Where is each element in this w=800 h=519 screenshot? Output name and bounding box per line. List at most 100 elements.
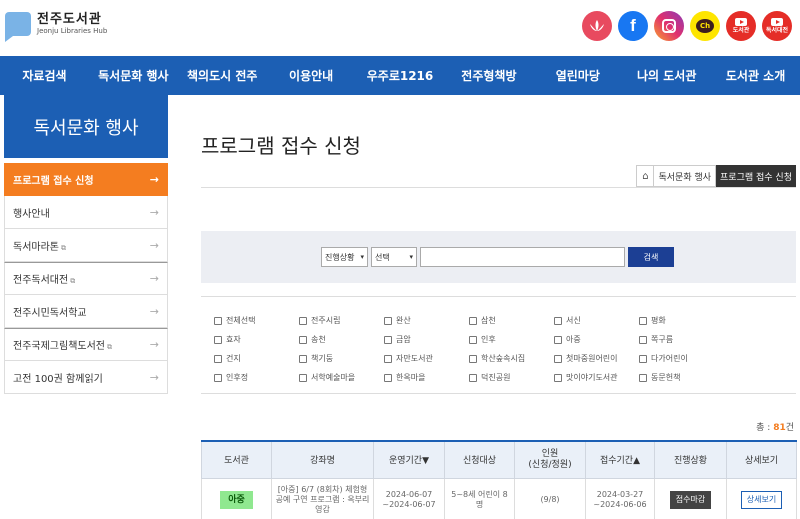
nav-item-open-forum[interactable]: 열린마당: [533, 56, 622, 95]
filter-checkbox[interactable]: 첫마중원어린이: [554, 351, 639, 366]
nav-item-space1216[interactable]: 우주로1216: [356, 56, 445, 95]
nav-item-about[interactable]: 도서관 소개: [711, 56, 800, 95]
sidebar-item-reading-marathon[interactable]: 독서마라톤 ⧉ →: [4, 229, 168, 262]
checkbox-icon[interactable]: [554, 373, 562, 382]
filter-checkbox[interactable]: 맛이야기도서관: [554, 370, 639, 385]
checkbox-icon[interactable]: [299, 316, 307, 325]
filter-checkbox[interactable]: 전주시립: [299, 313, 384, 328]
checkbox-icon[interactable]: [299, 373, 307, 382]
filter-checkbox[interactable]: 전체선택: [214, 313, 299, 328]
arrow-right-icon: →: [149, 370, 159, 384]
status-select[interactable]: 진행상황 ▾: [321, 247, 368, 267]
detail-button[interactable]: 상세보기: [740, 491, 783, 509]
search-button[interactable]: 검색: [628, 247, 674, 267]
program-target: 5~8세 어린이 8명: [444, 477, 515, 519]
checkbox-icon[interactable]: [469, 373, 477, 382]
filter-checkbox[interactable]: 송천: [299, 332, 384, 347]
search-panel: 진행상황 ▾ 선택 ▾ 검색: [201, 231, 796, 283]
filter-label: 자만도서관: [396, 354, 433, 363]
table-row: 아중 [아중] 6/7 (8회차) 체험형 공예 구연 프로그램 : 옥부리 영…: [201, 477, 797, 519]
filter-checkbox[interactable]: 금암: [384, 332, 469, 347]
logo-subtitle: Jeonju Libraries Hub: [37, 27, 108, 35]
filter-checkbox[interactable]: 삼천: [469, 313, 554, 328]
checkbox-icon[interactable]: [639, 354, 647, 363]
library-filter-panel: 전체선택 전주시립 완산 삼천 서신 평화효자 송천 금암 인후 아중 쪽구름건지 책기둥 자만도서관 학…: [201, 296, 796, 394]
sidebar-item-classics-100[interactable]: 고전 100권 함께읽기 →: [4, 361, 168, 394]
kakao-channel-icon[interactable]: Ch: [690, 11, 720, 41]
filter-label: 아중: [566, 335, 581, 344]
checkbox-icon[interactable]: [639, 373, 647, 382]
filter-checkbox[interactable]: 건지: [214, 351, 299, 366]
nav-item-my-library[interactable]: 나의 도서관: [622, 56, 711, 95]
filter-checkbox[interactable]: 한옥마을: [384, 370, 469, 385]
filter-checkbox[interactable]: 동문헌책: [639, 370, 724, 385]
nav-item-search[interactable]: 자료검색: [0, 56, 89, 95]
speech-bubble-logo-icon: [5, 12, 31, 42]
sidebar-item-picture-book-fair[interactable]: 전주국제그림책도서전 ⧉ →: [4, 328, 168, 361]
checkbox-icon[interactable]: [639, 335, 647, 344]
sidebar-item-event-info[interactable]: 행사안내 →: [4, 196, 168, 229]
filter-checkbox[interactable]: 인후정: [214, 370, 299, 385]
checkbox-icon[interactable]: [214, 316, 222, 325]
col-header-period[interactable]: 운영기간▼: [373, 440, 445, 479]
filter-label: 동문헌책: [651, 373, 681, 382]
chevron-down-icon: ▾: [360, 253, 364, 261]
breadcrumb-parent[interactable]: 독서문화 행사: [654, 165, 717, 187]
sidebar-item-citizen-school[interactable]: 전주시민독서학교 →: [4, 295, 168, 328]
checkbox-icon[interactable]: [639, 316, 647, 325]
checkbox-icon[interactable]: [384, 316, 392, 325]
nav-item-events[interactable]: 독서문화 행사: [89, 56, 178, 95]
filter-checkbox[interactable]: 서학예술마을: [299, 370, 384, 385]
library-badge: 아중: [220, 491, 253, 509]
program-title-link[interactable]: [아중] 6/7 (8회차) 체험형 공예 구연 프로그램 : 옥부리 영감: [271, 477, 374, 519]
col-header-apply-period[interactable]: 접수기간▲: [585, 440, 655, 479]
type-select[interactable]: 선택 ▾: [371, 247, 417, 267]
checkbox-icon[interactable]: [469, 316, 477, 325]
checkbox-icon[interactable]: [214, 373, 222, 382]
checkbox-icon[interactable]: [554, 335, 562, 344]
sidebar-item-program-apply[interactable]: 프로그램 접수 신청 →: [4, 163, 168, 196]
filter-checkbox[interactable]: 덕진공원: [469, 370, 554, 385]
site-logo[interactable]: 전주도서관 Jeonju Libraries Hub: [5, 12, 108, 42]
filter-label: 전체선택: [226, 316, 256, 325]
instagram-icon[interactable]: [654, 11, 684, 41]
filter-checkbox[interactable]: 평화: [639, 313, 724, 328]
checkbox-icon[interactable]: [469, 354, 477, 363]
filter-label: 서학예술마을: [311, 373, 356, 382]
checkbox-icon[interactable]: [384, 335, 392, 344]
col-header-title: 강좌명: [271, 440, 374, 479]
filter-checkbox[interactable]: 책기둥: [299, 351, 384, 366]
checkbox-icon[interactable]: [469, 335, 477, 344]
checkbox-icon[interactable]: [214, 335, 222, 344]
social-links: f Ch 도서관 독서대전: [582, 11, 792, 41]
filter-checkbox[interactable]: 학산숲속시집: [469, 351, 554, 366]
arrow-right-icon: →: [149, 205, 159, 219]
filter-checkbox[interactable]: 서신: [554, 313, 639, 328]
checkbox-icon[interactable]: [299, 335, 307, 344]
filter-checkbox[interactable]: 효자: [214, 332, 299, 347]
youtube-festival-icon[interactable]: 독서대전: [762, 11, 792, 41]
filter-checkbox[interactable]: 완산: [384, 313, 469, 328]
checkbox-icon[interactable]: [554, 354, 562, 363]
filter-checkbox[interactable]: 자만도서관: [384, 351, 469, 366]
checkbox-icon[interactable]: [214, 354, 222, 363]
filter-checkbox[interactable]: 인후: [469, 332, 554, 347]
checkbox-icon[interactable]: [384, 373, 392, 382]
facebook-icon[interactable]: f: [618, 11, 648, 41]
program-apply-period: 2024-03-27 ~2024-06-06: [585, 477, 655, 519]
checkbox-icon[interactable]: [384, 354, 392, 363]
filter-checkbox[interactable]: 쪽구름: [639, 332, 724, 347]
sidebar-item-reading-festival[interactable]: 전주독서대전 ⧉ →: [4, 262, 168, 295]
filter-checkbox[interactable]: 아중: [554, 332, 639, 347]
filter-label: 맛이야기도서관: [566, 373, 618, 382]
nav-item-book-city[interactable]: 책의도시 전주: [178, 56, 267, 95]
youtube-library-icon[interactable]: 도서관: [726, 11, 756, 41]
checkbox-icon[interactable]: [299, 354, 307, 363]
home-icon[interactable]: ⌂: [636, 165, 655, 187]
checkbox-icon[interactable]: [554, 316, 562, 325]
search-input[interactable]: [420, 247, 625, 267]
nav-item-bookstores[interactable]: 전주형책방: [444, 56, 533, 95]
nav-item-guide[interactable]: 이용안내: [267, 56, 356, 95]
lotus-icon[interactable]: [582, 11, 612, 41]
filter-checkbox[interactable]: 다가어린이: [639, 351, 724, 366]
